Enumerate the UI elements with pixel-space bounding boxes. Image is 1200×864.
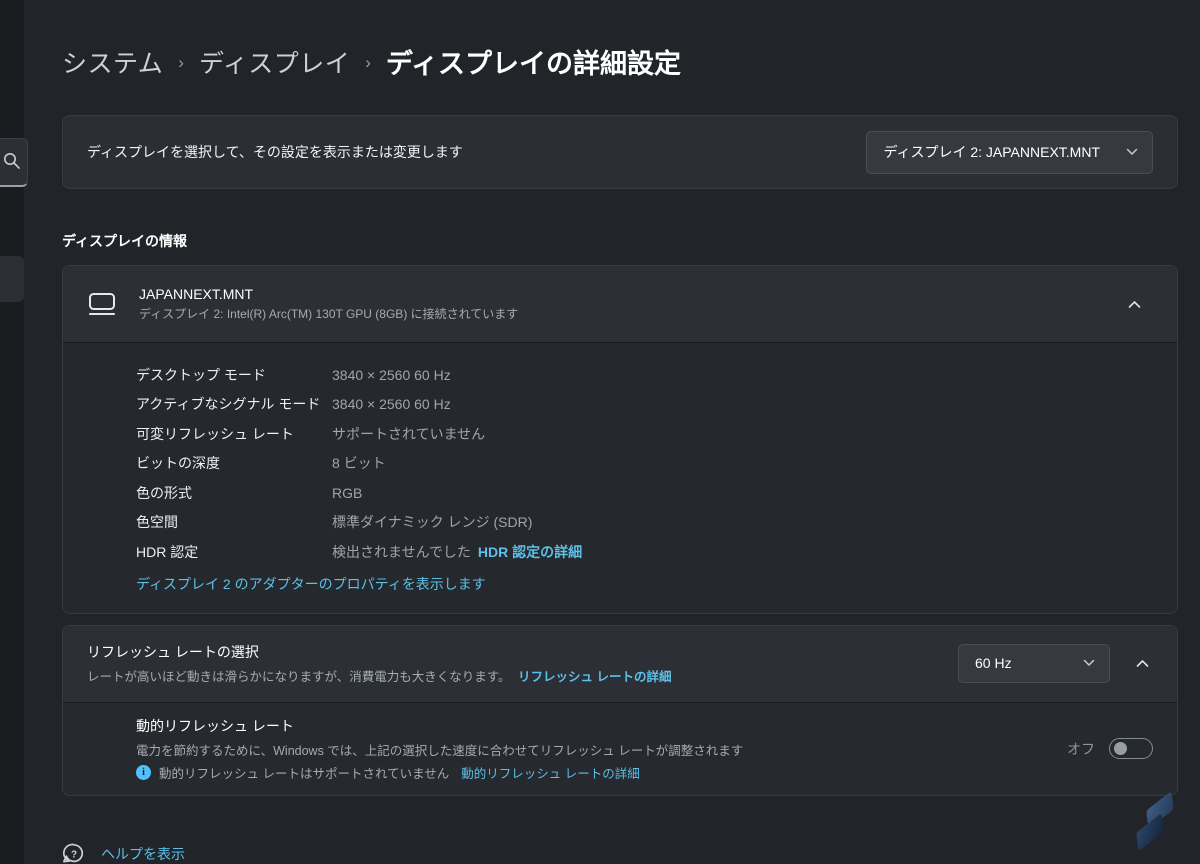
device-name: JAPANNEXT.MNT xyxy=(139,286,254,302)
refresh-rate-dropdown[interactable]: 60 Hz xyxy=(958,644,1110,683)
dynamic-refresh-description: 電力を節約するために、Windows では、上記の選択した速度に合わせてリフレッ… xyxy=(136,743,744,758)
display-info-section-title: ディスプレイの情報 xyxy=(62,233,188,249)
refresh-rate-description-text: レートが高いほど動きは滑らかになりますが、消費電力も大きくなります。 xyxy=(87,670,511,684)
page-title: ディスプレイの詳細設定 xyxy=(385,49,681,79)
refresh-rate-card: リフレッシュ レートの選択 レートが高いほど動きは滑らかになりますが、消費電力も… xyxy=(62,624,1178,796)
dynamic-refresh-info-text: 動的リフレッシュ レートはサポートされていません xyxy=(159,766,450,781)
breadcrumb-separator: › xyxy=(365,52,371,72)
refresh-rate-title: リフレッシュ レートの選択 xyxy=(87,644,259,660)
chevron-up-icon[interactable] xyxy=(1116,294,1153,315)
breadcrumb-system[interactable]: システム xyxy=(62,44,163,80)
search-icon xyxy=(4,153,20,169)
detail-row-bit-depth: ビットの深度 8 ビット xyxy=(136,449,1153,479)
detail-row-desktop-mode: デスクトップ モード 3840 × 2560 60 Hz xyxy=(136,360,1153,390)
display-selector-dropdown[interactable]: ディスプレイ 2: JAPANNEXT.MNT xyxy=(866,130,1153,174)
detail-value: 3840 × 2560 60 Hz xyxy=(332,366,451,383)
display-selector-card: ディスプレイを選択して、その設定を表示または変更します ディスプレイ 2: JA… xyxy=(62,115,1178,189)
detail-label: 色の形式 xyxy=(136,484,192,501)
settings-page: システム › ディスプレイ › ディスプレイの詳細設定 ディスプレイを選択して、… xyxy=(24,0,1200,864)
detail-label: デスクトップ モード xyxy=(136,366,266,383)
detail-value: 8 ビット xyxy=(332,455,386,472)
refresh-rate-value: 60 Hz xyxy=(975,655,1012,671)
svg-text:?: ? xyxy=(71,849,77,860)
detail-label: 色空間 xyxy=(136,514,178,531)
display-info-card: JAPANNEXT.MNT ディスプレイ 2: Intel(R) Arc(TM)… xyxy=(62,265,1178,614)
dynamic-refresh-details-link[interactable]: 動的リフレッシュ レートの詳細 xyxy=(461,763,639,782)
display-selector-value: ディスプレイ 2: JAPANNEXT.MNT xyxy=(883,143,1100,160)
display-selector-label: ディスプレイを選択して、その設定を表示または変更します xyxy=(87,144,463,160)
toggle-knob xyxy=(1114,742,1127,755)
display-info-details: デスクトップ モード 3840 × 2560 60 Hz アクティブなシグナル … xyxy=(63,342,1177,613)
window-left-strip xyxy=(0,0,28,864)
detail-row-active-signal-mode: アクティブなシグナル モード 3840 × 2560 60 Hz xyxy=(136,390,1153,420)
detail-row-variable-refresh: 可変リフレッシュ レート サポートされていません xyxy=(136,419,1153,449)
dynamic-refresh-toggle[interactable] xyxy=(1109,738,1153,759)
sidebar-item-partial[interactable] xyxy=(0,256,24,302)
chevron-up-icon[interactable] xyxy=(1124,653,1161,674)
breadcrumb-separator: › xyxy=(178,52,184,72)
detail-value: RGB xyxy=(332,484,363,501)
breadcrumb: システム › ディスプレイ › ディスプレイの詳細設定 xyxy=(62,42,1178,81)
display-info-header[interactable]: JAPANNEXT.MNT ディスプレイ 2: Intel(R) Arc(TM)… xyxy=(63,266,1177,342)
detail-label: ビットの深度 xyxy=(136,455,220,472)
show-help-link[interactable]: ヘルプを表示 xyxy=(101,844,185,864)
info-icon: i xyxy=(136,764,151,780)
detail-row-color-space: 色空間 標準ダイナミック レンジ (SDR) xyxy=(136,508,1153,538)
adapter-properties-link[interactable]: ディスプレイ 2 のアダプターのプロパティを表示します xyxy=(136,574,486,594)
detail-row-color-format: 色の形式 RGB xyxy=(136,478,1153,508)
breadcrumb-display[interactable]: ディスプレイ xyxy=(199,44,350,80)
refresh-rate-description: レートが高いほど動きは滑らかになりますが、消費電力も大きくなります。 リフレッシ… xyxy=(87,666,671,685)
monitor-icon xyxy=(89,293,115,315)
help-icon: ? xyxy=(62,843,84,863)
refresh-rate-header: リフレッシュ レートの選択 レートが高いほど動きは滑らかになりますが、消費電力も… xyxy=(63,625,1177,702)
detail-value: 検出されませんでした xyxy=(332,543,471,560)
watermark-logo xyxy=(1128,788,1186,858)
chevron-down-icon xyxy=(1126,148,1138,156)
detail-label: HDR 認定 xyxy=(136,543,199,560)
detail-value: 3840 × 2560 60 Hz xyxy=(332,396,451,413)
toggle-state-label: オフ xyxy=(1067,740,1095,757)
chevron-down-icon xyxy=(1083,659,1095,667)
detail-value: サポートされていません xyxy=(332,425,486,442)
dynamic-refresh-rate-row: 動的リフレッシュ レート 電力を節約するために、Windows では、上記の選択… xyxy=(63,701,1177,795)
detail-value: 標準ダイナミック レンジ (SDR) xyxy=(332,514,533,531)
detail-label: 可変リフレッシュ レート xyxy=(136,425,294,442)
hdr-certification-link[interactable]: HDR 認定の詳細 xyxy=(478,542,582,562)
device-connection: ディスプレイ 2: Intel(R) Arc(TM) 130T GPU (8GB… xyxy=(139,307,519,321)
detail-row-hdr: HDR 認定 検出されませんでした HDR 認定の詳細 xyxy=(136,537,1153,567)
dynamic-refresh-title: 動的リフレッシュ レート xyxy=(136,717,294,734)
refresh-rate-details-link[interactable]: リフレッシュ レートの詳細 xyxy=(518,670,671,684)
detail-label: アクティブなシグナル モード xyxy=(136,396,321,413)
help-row: ? ヘルプを表示 xyxy=(62,842,1178,864)
